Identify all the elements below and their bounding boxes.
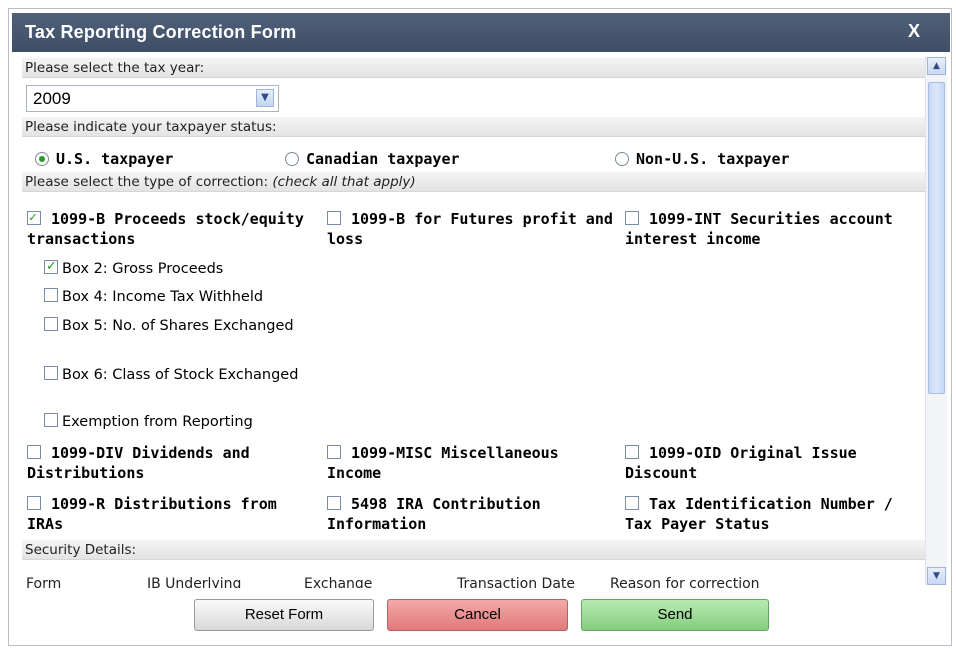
radio-non-us-taxpayer[interactable]: Non-U.S. taxpayer xyxy=(615,150,790,168)
checkbox-icon[interactable] xyxy=(44,288,58,302)
radio-selected-icon[interactable] xyxy=(35,152,49,166)
reset-form-button[interactable]: Reset Form xyxy=(194,599,374,631)
scroll-up-icon[interactable]: ▲ xyxy=(927,57,946,75)
scrollbar-thumb[interactable] xyxy=(928,82,945,394)
checkbox-icon[interactable] xyxy=(327,496,341,510)
dialog-title-bar: Tax Reporting Correction Form X xyxy=(12,13,950,52)
column-header: Reason for correction xyxy=(610,576,760,588)
close-button[interactable]: X xyxy=(908,21,920,42)
taxpayer-status-prompt: Please indicate your taxpayer status: xyxy=(25,119,277,135)
tax-year-value: 2009 xyxy=(33,89,71,108)
box-label: Box 6: Class of Stock Exchanged xyxy=(62,367,299,383)
box-option[interactable]: Box 5: No. of Shares Exchanged xyxy=(26,316,316,336)
radio-label: Canadian taxpayer xyxy=(306,150,460,168)
radio-icon[interactable] xyxy=(615,152,629,166)
checkbox-icon[interactable] xyxy=(327,211,341,225)
option-1099b-futures[interactable]: 1099-B for Futures profit and loss xyxy=(327,209,617,249)
checkbox-icon[interactable] xyxy=(625,445,639,459)
column-header: Transaction Date xyxy=(457,576,576,588)
checkbox-icon[interactable] xyxy=(44,317,58,331)
box-option[interactable]: Box 4: Income Tax Withheld xyxy=(26,287,316,307)
column-header: IB Underlying xyxy=(147,576,242,588)
dialog-title: Tax Reporting Correction Form xyxy=(25,22,297,42)
radio-label: Non-U.S. taxpayer xyxy=(636,150,790,168)
correction-type-prompt: Please select the type of correction: xyxy=(25,174,269,190)
send-button[interactable]: Send xyxy=(581,599,769,631)
tax-year-select[interactable]: 2009 ▼ xyxy=(26,85,279,112)
option-5498[interactable]: 5498 IRA Contribution Information xyxy=(327,494,617,534)
chevron-down-icon[interactable]: ▼ xyxy=(256,89,274,107)
column-header: Form xyxy=(26,576,62,588)
cancel-button[interactable]: Cancel xyxy=(387,599,568,631)
checkbox-icon[interactable] xyxy=(327,445,341,459)
option-label: 1099-INT Securities account interest inc… xyxy=(625,210,893,248)
checkbox-icon[interactable] xyxy=(625,211,639,225)
option-label: Tax Identification Number / Tax Payer St… xyxy=(625,495,893,533)
checkbox-icon[interactable] xyxy=(27,445,41,459)
option-label: 1099-B for Futures profit and loss xyxy=(327,210,613,248)
box-label: Exemption from Reporting xyxy=(62,414,253,430)
option-1099div[interactable]: 1099-DIV Dividends and Distributions xyxy=(27,443,317,483)
option-tin[interactable]: Tax Identification Number / Tax Payer St… xyxy=(625,494,915,534)
security-details-title: Security Details: xyxy=(25,542,137,558)
option-label: 1099-MISC Miscellaneous Income xyxy=(327,444,559,482)
option-1099r[interactable]: 1099-R Distributions from IRAs xyxy=(27,494,317,534)
taxpayer-status-header: Please indicate your taxpayer status: xyxy=(22,117,925,137)
correction-type-note: (check all that apply) xyxy=(272,174,416,190)
box-option[interactable]: Box 2: Gross Proceeds xyxy=(26,257,316,279)
checkbox-icon[interactable] xyxy=(44,366,58,380)
checkbox-icon[interactable] xyxy=(44,413,58,427)
checkbox-icon[interactable] xyxy=(625,496,639,510)
box-label: Box 5: No. of Shares Exchanged xyxy=(62,318,294,334)
column-header: Exchange xyxy=(304,576,373,588)
box-label: Box 4: Income Tax Withheld xyxy=(62,289,264,305)
radio-label: U.S. taxpayer xyxy=(56,150,174,168)
radio-icon[interactable] xyxy=(285,152,299,166)
tax-year-prompt: Please select the tax year: xyxy=(25,60,205,76)
option-label: 1099-OID Original Issue Discount xyxy=(625,444,857,482)
option-label: 1099-DIV Dividends and Distributions xyxy=(27,444,250,482)
option-1099oid[interactable]: 1099-OID Original Issue Discount xyxy=(625,443,915,483)
option-label: 1099-B Proceeds stock/equity transaction… xyxy=(27,210,304,248)
option-1099misc[interactable]: 1099-MISC Miscellaneous Income xyxy=(327,443,617,483)
option-label: 1099-R Distributions from IRAs xyxy=(27,495,277,533)
option-label: 5498 IRA Contribution Information xyxy=(327,495,541,533)
vertical-scrollbar[interactable]: ▲ ▼ xyxy=(925,57,947,585)
correction-type-header: Please select the type of correction: (c… xyxy=(22,172,925,192)
box-label: Box 2: Gross Proceeds xyxy=(62,261,224,277)
scroll-down-icon[interactable]: ▼ xyxy=(927,567,946,585)
radio-canadian-taxpayer[interactable]: Canadian taxpayer xyxy=(285,150,460,168)
option-1099int[interactable]: 1099-INT Securities account interest inc… xyxy=(625,209,915,249)
radio-us-taxpayer[interactable]: U.S. taxpayer xyxy=(35,150,173,168)
form-content: Please select the tax year: 2009 ▼ Pleas… xyxy=(22,55,925,588)
checkbox-checked-icon[interactable] xyxy=(44,257,58,277)
checkbox-icon[interactable] xyxy=(27,496,41,510)
checkbox-checked-icon[interactable] xyxy=(27,208,41,228)
box-option[interactable]: Box 6: Class of Stock Exchanged xyxy=(26,365,316,385)
box-option[interactable]: Exemption from Reporting xyxy=(26,412,316,432)
security-details-header: Security Details: xyxy=(22,540,925,560)
tax-year-header: Please select the tax year: xyxy=(22,58,925,78)
option-1099b-proceeds[interactable]: 1099-B Proceeds stock/equity transaction… xyxy=(27,208,317,249)
